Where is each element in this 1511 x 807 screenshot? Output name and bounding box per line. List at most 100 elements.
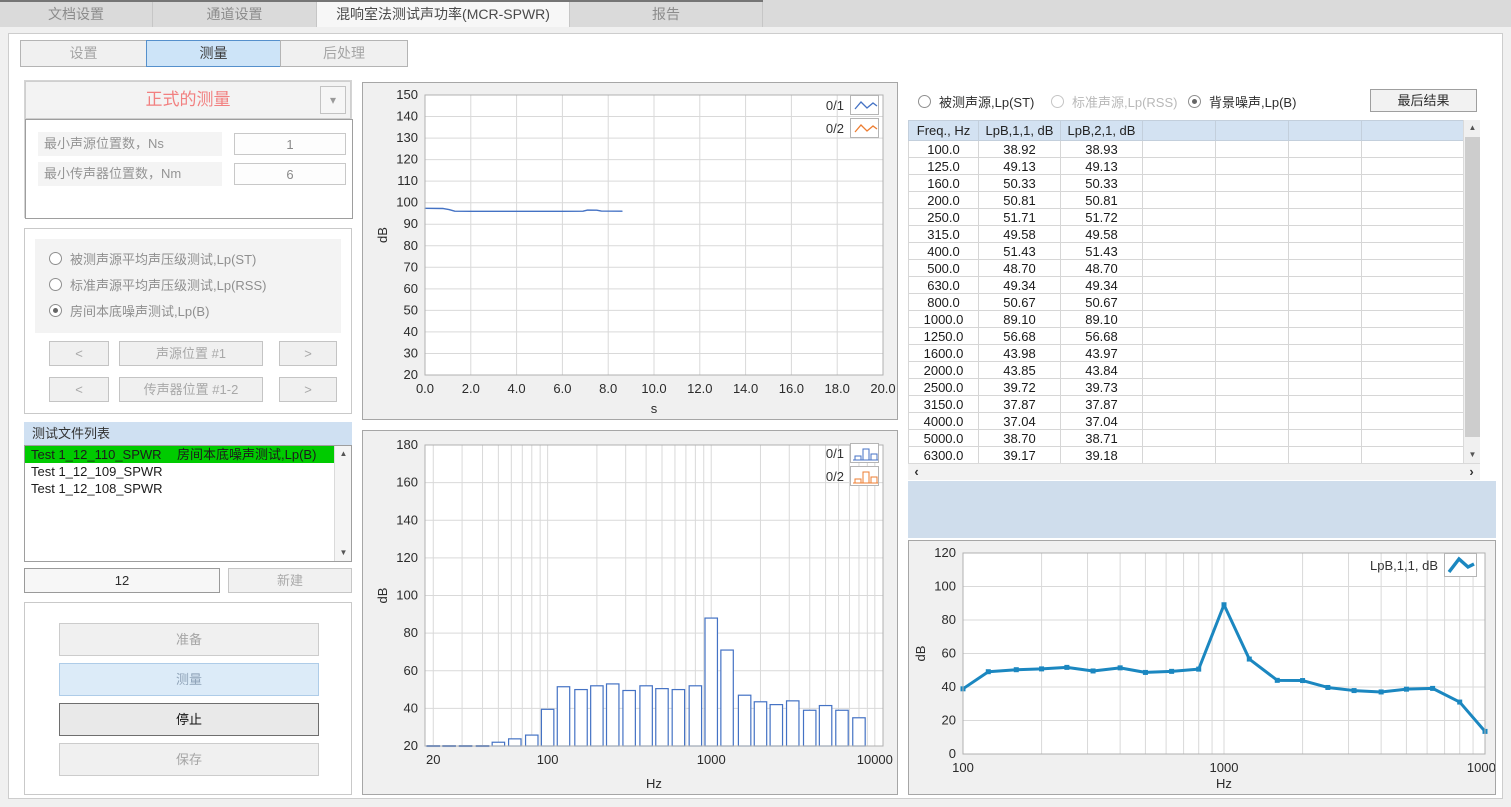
subtab-setup[interactable]: 设置 (20, 40, 147, 67)
table-row[interactable]: 125.049.1349.13 (909, 158, 1464, 175)
lpb-chart-legend: LpB,1,1, dB (1370, 553, 1477, 580)
table-row[interactable]: 4000.037.0437.04 (909, 413, 1464, 430)
table-horizontal-scrollbar[interactable]: ‹ › (908, 463, 1480, 480)
svg-text:2.0: 2.0 (462, 381, 480, 396)
mic-position-prev-button[interactable]: < (49, 377, 109, 402)
svg-text:dB: dB (375, 588, 390, 604)
table-row[interactable]: 2000.043.8543.84 (909, 362, 1464, 379)
last-result-button[interactable]: 最后结果 (1370, 89, 1477, 112)
file-list-scrollbar[interactable]: ▲ ▼ (334, 446, 351, 561)
legend-label: LpB,1,1, dB (1370, 558, 1438, 573)
radio-result-lp-b[interactable]: 背景噪声,Lp(B) (1188, 92, 1296, 111)
time-history-chart: 0.02.04.06.08.010.012.014.016.018.020.02… (363, 83, 897, 419)
svg-text:20: 20 (404, 738, 418, 753)
subtab-postprocess[interactable]: 后处理 (280, 40, 408, 67)
table-header-row: Freq., HzLpB,1,1, dBLpB,2,1, dB (909, 121, 1464, 141)
chevron-down-icon[interactable]: ▾ (320, 86, 346, 114)
measurement-mode-value: 正式的测量 (26, 82, 350, 118)
legend-label: 0/1 (826, 446, 844, 461)
legend-label: 0/2 (826, 469, 844, 484)
table-row[interactable]: 800.050.6750.67 (909, 294, 1464, 311)
prepare-button[interactable]: 准备 (59, 623, 319, 656)
svg-text:130: 130 (396, 130, 418, 145)
table-row[interactable]: 400.051.4351.43 (909, 243, 1464, 260)
svg-text:100: 100 (396, 195, 418, 210)
mic-position-button[interactable]: 传声器位置 #1-2 (119, 377, 263, 402)
subtab-measure[interactable]: 测量 (146, 40, 281, 67)
svg-text:dB: dB (913, 646, 928, 662)
svg-text:120: 120 (396, 152, 418, 167)
table-row[interactable]: 5000.038.7038.71 (909, 430, 1464, 447)
source-position-prev-button[interactable]: < (49, 341, 109, 366)
main-tab-bar: 文档设置 通道设置 混响室法测试声功率(MCR-SPWR) 报告 (0, 0, 1511, 27)
svg-text:120: 120 (934, 545, 956, 560)
file-count-button[interactable]: 12 (24, 568, 220, 593)
table-row[interactable]: 100.038.9238.93 (909, 141, 1464, 158)
table-row[interactable]: 250.051.7151.72 (909, 209, 1464, 226)
line-series-icon (850, 95, 879, 115)
radio-lp-b[interactable]: 房间本底噪声测试,Lp(B) (49, 301, 209, 320)
radio-lp-st[interactable]: 被测声源平均声压级测试,Lp(ST) (49, 249, 256, 268)
svg-text:12.0: 12.0 (687, 381, 712, 396)
table-row[interactable]: 6300.039.1739.18 (909, 447, 1464, 464)
tab-channel-settings[interactable]: 通道设置 (153, 2, 317, 27)
table-row[interactable]: 500.048.7048.70 (909, 260, 1464, 277)
radio-circle-icon (49, 304, 62, 317)
svg-text:70: 70 (404, 259, 418, 274)
svg-text:1000: 1000 (1210, 760, 1239, 775)
svg-text:0.0: 0.0 (416, 381, 434, 396)
scroll-up-icon[interactable]: ▲ (1464, 120, 1481, 136)
table-header-cell (1143, 121, 1216, 141)
save-button[interactable]: 保存 (59, 743, 319, 776)
list-item[interactable]: Test 1_12_109_SPWR (25, 463, 351, 480)
new-file-button[interactable]: 新建 (228, 568, 352, 593)
table-row[interactable]: 630.049.3449.34 (909, 277, 1464, 294)
svg-text:Hz: Hz (1216, 776, 1232, 791)
test-file-list-panel: 测试文件列表 Test 1_12_110_SPWR房间本底噪声测试,Lp(B)T… (24, 422, 352, 562)
list-item[interactable]: Test 1_12_110_SPWR房间本底噪声测试,Lp(B) (25, 446, 351, 463)
result-selector-bar: 被测声源,Lp(ST) 标准声源,Lp(RSS) 背景噪声,Lp(B) 最后结果 (908, 86, 1496, 116)
list-item[interactable]: Test 1_12_108_SPWR (25, 480, 351, 497)
scroll-down-icon[interactable]: ▼ (1464, 447, 1481, 463)
table-row[interactable]: 3150.037.8737.87 (909, 396, 1464, 413)
stop-button[interactable]: 停止 (59, 703, 319, 736)
tab-report[interactable]: 报告 (570, 2, 763, 27)
scrollbar-thumb[interactable] (1465, 137, 1480, 437)
svg-text:100: 100 (934, 579, 956, 594)
test-file-list: Test 1_12_110_SPWR房间本底噪声测试,Lp(B)Test 1_1… (24, 445, 352, 562)
table-vertical-scrollbar[interactable]: ▲ ▼ (1463, 120, 1480, 463)
bar-series-icon (850, 466, 879, 486)
svg-text:20: 20 (426, 752, 440, 767)
svg-text:150: 150 (396, 87, 418, 102)
table-row[interactable]: 1000.089.1089.10 (909, 311, 1464, 328)
svg-text:60: 60 (404, 663, 418, 678)
measurement-mode-dropdown[interactable]: 正式的测量 ▾ (25, 81, 351, 119)
tab-mcr-spwr[interactable]: 混响室法测试声功率(MCR-SPWR) (317, 2, 570, 27)
table-header-cell (1216, 121, 1289, 141)
source-position-button[interactable]: 声源位置 #1 (119, 341, 263, 366)
table-header-cell: Freq., Hz (909, 121, 979, 141)
measure-button[interactable]: 测量 (59, 663, 319, 696)
scroll-right-icon[interactable]: › (1463, 464, 1480, 481)
svg-text:140: 140 (396, 512, 418, 527)
radio-result-lp-st[interactable]: 被测声源,Lp(ST) (918, 92, 1034, 111)
table-row[interactable]: 2500.039.7239.73 (909, 379, 1464, 396)
position-count-fields: 最小声源位置数，Ns 最小传声器位置数，Nm (25, 119, 353, 219)
svg-text:160: 160 (396, 475, 418, 490)
tab-document-settings[interactable]: 文档设置 (0, 2, 153, 27)
radio-lp-rss[interactable]: 标准声源平均声压级测试,Lp(RSS) (49, 275, 266, 294)
legend-label: 0/2 (826, 121, 844, 136)
scroll-left-icon[interactable]: ‹ (908, 464, 925, 481)
table-row[interactable]: 200.050.8150.81 (909, 192, 1464, 209)
mic-position-next-button[interactable]: > (279, 377, 337, 402)
source-position-next-button[interactable]: > (279, 341, 337, 366)
table-row[interactable]: 160.050.3350.33 (909, 175, 1464, 192)
scroll-up-icon[interactable]: ▲ (335, 446, 352, 462)
min-mic-positions-input[interactable] (234, 163, 346, 185)
radio-result-lp-rss[interactable]: 标准声源,Lp(RSS) (1051, 92, 1177, 111)
table-row[interactable]: 1600.043.9843.97 (909, 345, 1464, 362)
scroll-down-icon[interactable]: ▼ (335, 545, 352, 561)
table-row[interactable]: 315.049.5849.58 (909, 226, 1464, 243)
table-row[interactable]: 1250.056.6856.68 (909, 328, 1464, 345)
min-source-positions-input[interactable] (234, 133, 346, 155)
